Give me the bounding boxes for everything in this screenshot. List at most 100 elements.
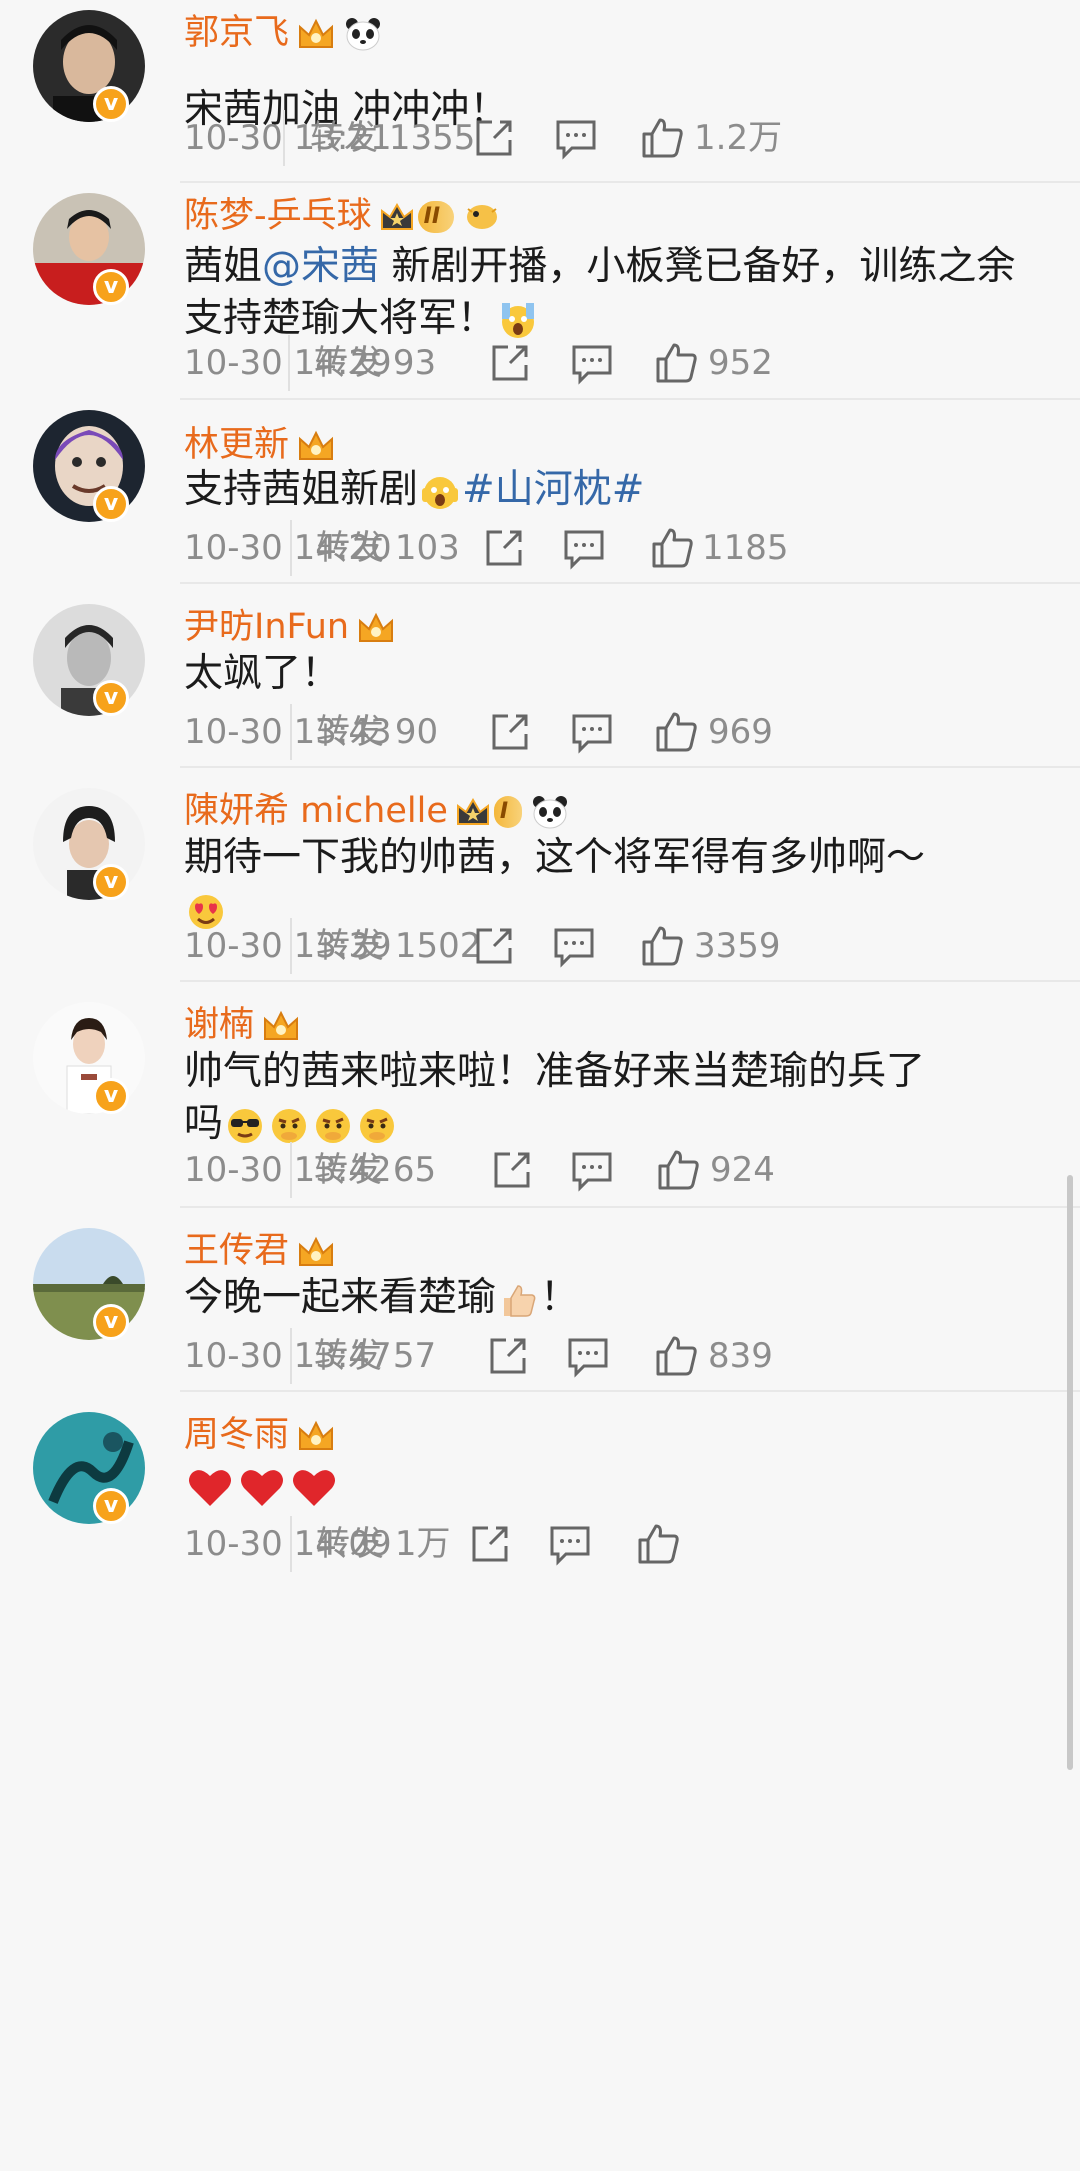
like-icon[interactable] (654, 341, 698, 385)
text-segment: 吗 (184, 1101, 224, 1146)
thumbs-up-emoji-icon (504, 1284, 536, 1317)
vip-badge-icon (93, 1488, 129, 1524)
author-name[interactable]: 陈梦-乒乓球 (184, 196, 372, 236)
scream-emoji-icon (422, 476, 459, 509)
comment-author[interactable]: 王传君 (184, 1228, 335, 1274)
comment-author[interactable]: 谢楠 (184, 1002, 300, 1048)
repost-label: 转发 (316, 1524, 384, 1564)
comment-icon[interactable] (548, 1522, 592, 1566)
author-name[interactable]: 谢楠 (184, 1005, 254, 1045)
repost-label: 转发 (316, 528, 384, 568)
like-count: 3359 (694, 926, 781, 966)
comment-item: 陈梦-乒乓球II 茜姐@宋茜 新剧开播，小板凳已备好，训练之余支持楚瑜大将军！ … (0, 183, 1080, 398)
comment-author[interactable]: 周冬雨 (184, 1412, 335, 1458)
comment-item: 周冬雨 10-30 14:09 转发 1万 (0, 1392, 1080, 1572)
like-icon[interactable] (640, 924, 684, 968)
comment-text: 今晚一起来看楚瑜 ！ (184, 1272, 1044, 1324)
like-count: 924 (710, 1150, 775, 1190)
comment-author[interactable]: 陈梦-乒乓球 II (184, 193, 500, 239)
like-icon[interactable] (640, 116, 684, 160)
vip-badge-icon (93, 680, 129, 716)
repost-button[interactable]: 转发 1355 (310, 116, 475, 160)
divider (290, 918, 292, 974)
like-icon[interactable] (636, 1522, 680, 1566)
repost-button[interactable]: 转发 90 (316, 710, 438, 754)
comment-icon[interactable] (562, 526, 606, 570)
repost-count: 65 (392, 1150, 437, 1190)
panda-icon (346, 18, 381, 51)
crown-icon (299, 1420, 334, 1450)
author-name[interactable]: 陳妍希 michelle (184, 791, 448, 831)
divider (290, 1328, 292, 1384)
comment-icon[interactable] (552, 924, 596, 968)
author-name[interactable]: 林更新 (184, 425, 289, 465)
thinking-emoji-icon (360, 1108, 395, 1143)
scream-emoji-icon (502, 302, 535, 338)
like-icon[interactable] (656, 1148, 700, 1192)
repost-button[interactable]: 转发 1万 (316, 1522, 450, 1566)
thinking-emoji-icon (316, 1108, 351, 1143)
share-icon[interactable] (482, 526, 526, 570)
author-name[interactable]: 周冬雨 (184, 1415, 289, 1455)
repost-button[interactable]: 转发 57 (314, 1334, 436, 1378)
comment-text: 茜姐@宋茜 新剧开播，小板凳已备好，训练之余支持楚瑜大将军！ (184, 241, 1044, 345)
comment-item: 郭京飞 宋茜加油 冲冲冲！ 10-30 13:21 转发 1355 1.2万 (0, 0, 1080, 181)
like-count: 839 (708, 1336, 773, 1376)
hashtag-link[interactable]: #山河枕# (462, 467, 644, 512)
vip-badge-icon (93, 269, 129, 305)
repost-label: 转发 (310, 118, 378, 158)
level-badge: II (417, 201, 455, 233)
scrollbar[interactable] (1067, 1175, 1073, 1770)
share-icon[interactable] (488, 710, 532, 754)
comment-author[interactable]: 陳妍希 michelle I (184, 788, 568, 834)
divider (290, 1142, 292, 1198)
text-segment: 今晚一起来看楚瑜 (184, 1275, 497, 1320)
divider (290, 520, 292, 576)
author-name[interactable]: 郭京飞 (184, 13, 289, 53)
share-icon[interactable] (486, 1334, 530, 1378)
heart-icon (293, 1469, 335, 1506)
comment-text: 期待一下我的帅茜，这个将军得有多帅啊～ (184, 832, 1044, 936)
comment-text: 太飒了！ (184, 651, 341, 696)
comment-icon[interactable] (570, 1148, 614, 1192)
repost-label: 转发 (316, 712, 384, 752)
level-badge: I (493, 796, 523, 828)
like-icon[interactable] (654, 710, 698, 754)
vip-badge-icon (93, 1304, 129, 1340)
repost-label: 转发 (316, 926, 384, 966)
vip-badge-icon (93, 864, 129, 900)
author-name[interactable]: 尹昉InFun (184, 607, 349, 647)
comment-icon[interactable] (554, 116, 598, 160)
share-icon[interactable] (468, 1522, 512, 1566)
text-segment: 帅气的茜来啦来啦！准备好来当楚瑜的兵了 (184, 1049, 926, 1094)
comment-author[interactable]: 郭京飞 (184, 10, 381, 56)
share-icon[interactable] (472, 924, 516, 968)
crown-icon (299, 18, 334, 48)
vip-badge-icon (93, 86, 129, 122)
comment-icon[interactable] (570, 710, 614, 754)
like-icon[interactable] (650, 526, 694, 570)
author-name[interactable]: 王传君 (184, 1231, 289, 1271)
repost-button[interactable]: 转发 1502 (316, 924, 481, 968)
divider (288, 335, 290, 391)
share-icon[interactable] (472, 116, 516, 160)
heart-icon (241, 1469, 283, 1506)
comment-author[interactable]: 林更新 (184, 422, 335, 468)
comment-icon[interactable] (566, 1334, 610, 1378)
like-icon[interactable] (654, 1334, 698, 1378)
comment-text: 帅气的茜来啦来啦！准备好来当楚瑜的兵了吗 (184, 1046, 1044, 1150)
comment-icon[interactable] (570, 341, 614, 385)
crown-icon (299, 1236, 334, 1266)
comment-author[interactable]: 尹昉InFun (184, 604, 395, 650)
share-icon[interactable] (488, 341, 532, 385)
like-count: 969 (708, 712, 773, 752)
comment-item: 尹昉InFun 太飒了！ 10-30 13:43 转发 90 969 (0, 584, 1080, 766)
share-icon[interactable] (490, 1148, 534, 1192)
divider (283, 110, 285, 166)
repost-button[interactable]: 转发 103 (316, 526, 460, 570)
repost-button[interactable]: 转发 65 (314, 1148, 436, 1192)
repost-count: 1万 (394, 1524, 451, 1564)
repost-button[interactable]: 转发 93 (314, 341, 436, 385)
mention-link[interactable]: @宋茜 (262, 244, 379, 289)
crown-icon (456, 798, 489, 825)
